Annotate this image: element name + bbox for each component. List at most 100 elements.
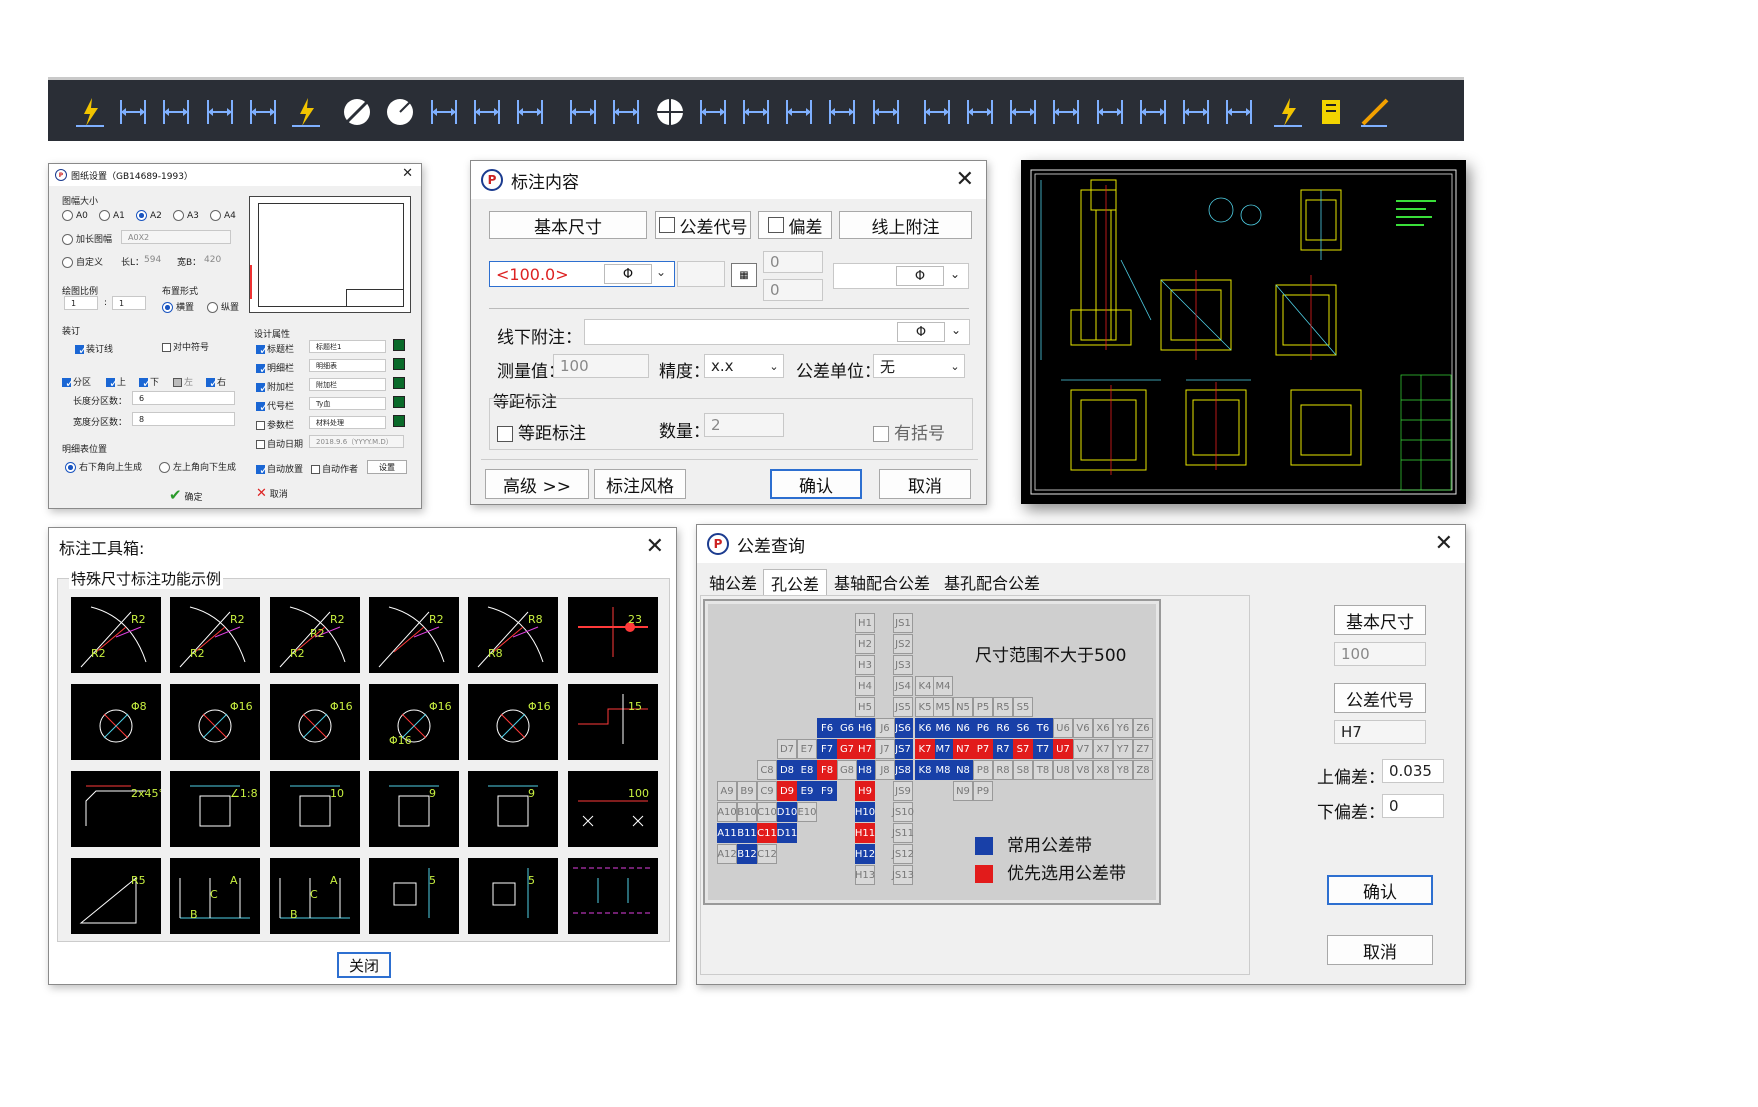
tol-cell-j6[interactable]: J6 xyxy=(875,718,895,738)
upper-dev-input[interactable]: 0 xyxy=(763,251,823,273)
tol-cell-v8[interactable]: V8 xyxy=(1073,760,1093,780)
tol-cell-a9[interactable]: A9 xyxy=(717,781,737,801)
code-input[interactable] xyxy=(677,261,725,287)
example-m5[interactable]: 9 xyxy=(468,771,558,847)
chevron-down-icon[interactable]: ⌄ xyxy=(656,265,666,279)
example-m6[interactable]: 100 xyxy=(568,771,658,847)
tol-cell-b10[interactable]: B10 xyxy=(737,802,757,822)
example-m4[interactable]: 9 xyxy=(369,771,459,847)
tol-cell-js4[interactable]: JS4 xyxy=(893,676,913,696)
tol-cell-f8[interactable]: F8 xyxy=(817,760,837,780)
tol-cell-h9[interactable]: H9 xyxy=(855,781,875,801)
tol-cell-m7[interactable]: M7 xyxy=(933,739,953,759)
tol-cell-p6[interactable]: P6 xyxy=(973,718,993,738)
tol-cell-n8[interactable]: N8 xyxy=(953,760,973,780)
phi-select-above[interactable]: Φ xyxy=(896,266,944,286)
example-c4[interactable]: Φ16 Φ16 xyxy=(369,684,459,760)
vertical-dim-icon[interactable] xyxy=(202,94,238,130)
example-n6[interactable] xyxy=(568,858,658,934)
tol-cell-t7[interactable]: T7 xyxy=(1033,739,1053,759)
custom-radio[interactable]: 自定义 xyxy=(62,255,103,268)
tab-basic-size[interactable]: 基本尺寸 xyxy=(489,211,647,239)
tol-cell-js8[interactable]: JS8 xyxy=(893,760,913,780)
zone-checkbox[interactable]: 分区 xyxy=(62,375,91,390)
tol-cell-h10[interactable]: H10 xyxy=(855,802,875,822)
close-icon[interactable]: ✕ xyxy=(956,167,974,192)
tol-cell-js5[interactable]: JS5 xyxy=(893,697,913,717)
bom-icon[interactable] xyxy=(1314,94,1350,130)
tol-cell-h5[interactable]: H5 xyxy=(855,697,875,717)
prop-checkbox-1[interactable]: 明细栏 xyxy=(256,361,294,376)
lightning-ortho-icon[interactable] xyxy=(288,94,324,130)
dim-style-button[interactable]: 标注风格 xyxy=(594,469,686,499)
tol-cell-u8[interactable]: U8 xyxy=(1053,760,1073,780)
tol-cell-js9[interactable]: JS9 xyxy=(893,781,913,801)
tol-cell-t8[interactable]: T8 xyxy=(1033,760,1053,780)
example-n5[interactable]: 5 xyxy=(468,858,558,934)
example-m1[interactable]: 2x45° xyxy=(71,771,164,847)
example-r6[interactable]: 23 xyxy=(568,597,658,673)
tol-cell-k8[interactable]: K8 xyxy=(915,760,935,780)
tol-cell-x8[interactable]: X8 xyxy=(1093,760,1113,780)
prop-select-4[interactable]: 材料处理 xyxy=(309,416,386,429)
tol-cell-g7[interactable]: G7 xyxy=(837,739,857,759)
tol-cell-k7[interactable]: K7 xyxy=(915,739,935,759)
close-icon[interactable]: ✕ xyxy=(646,534,664,559)
tol-cell-js3[interactable]: JS3 xyxy=(893,655,913,675)
tol-cell-n5[interactable]: N5 xyxy=(953,697,973,717)
cancel-button[interactable]: 取消 xyxy=(1327,935,1433,965)
auto-place-checkbox[interactable]: 自动放置 xyxy=(256,462,303,477)
curve-dim-icon[interactable] xyxy=(1178,94,1214,130)
example-m2[interactable]: ∠1:8 xyxy=(170,771,260,847)
hole-note-icon[interactable] xyxy=(738,94,774,130)
tol-cell-e7[interactable]: E7 xyxy=(797,739,817,759)
tol-code-value[interactable]: H7 xyxy=(1334,720,1426,744)
library-icon[interactable] xyxy=(393,415,405,427)
tol-cell-x7[interactable]: X7 xyxy=(1093,739,1113,759)
size-radio-a2[interactable]: A2 xyxy=(136,210,162,221)
tolerance-note-icon[interactable] xyxy=(824,94,860,130)
tab-0[interactable]: 轴公差 xyxy=(703,569,763,595)
example-c1[interactable]: Φ8 xyxy=(71,684,161,760)
tol-cell-h6[interactable]: H6 xyxy=(855,718,875,738)
tab-3[interactable]: 基孔配合公差 xyxy=(937,569,1047,595)
tol-cell-r5[interactable]: R5 xyxy=(993,697,1013,717)
tol-cell-h13[interactable]: H13 xyxy=(855,865,875,885)
len-zone-input[interactable]: 6 xyxy=(132,391,235,405)
tol-cell-g8[interactable]: G8 xyxy=(837,760,857,780)
unit-select[interactable]: 无 ⌄ xyxy=(873,354,965,378)
tol-cell-d11[interactable]: D11 xyxy=(777,823,797,843)
baseline-dim-icon[interactable] xyxy=(565,94,601,130)
library-icon[interactable]: ▦ xyxy=(731,263,757,287)
cancel-button[interactable]: 取消 xyxy=(879,469,971,499)
precision-select[interactable]: x.x ⌄ xyxy=(704,354,784,378)
tol-cell-k4[interactable]: K4 xyxy=(915,676,935,696)
tol-cell-n7[interactable]: N7 xyxy=(953,739,973,759)
tol-cell-j7[interactable]: J7 xyxy=(875,739,895,759)
tab-2[interactable]: 基轴配合公差 xyxy=(827,569,937,595)
tol-cell-r8[interactable]: R8 xyxy=(993,760,1013,780)
diameter-note-icon[interactable] xyxy=(962,94,998,130)
prop-checkbox-3[interactable]: 代号栏 xyxy=(256,399,294,414)
library-icon[interactable] xyxy=(393,396,405,408)
zone-bottom-checkbox[interactable]: 下 xyxy=(139,375,159,390)
chevron-down-icon[interactable]: ⌄ xyxy=(950,267,960,281)
example-n2[interactable]: A BC xyxy=(170,858,260,934)
tol-cell-js12[interactable]: JS12 xyxy=(892,844,914,864)
tol-cell-z8[interactable]: Z8 xyxy=(1133,760,1153,780)
tol-cell-z7[interactable]: Z7 xyxy=(1133,739,1153,759)
tol-cell-p8[interactable]: P8 xyxy=(973,760,993,780)
tol-cell-k5[interactable]: K5 xyxy=(915,697,935,717)
tol-cell-b12[interactable]: B12 xyxy=(737,844,757,864)
tol-cell-k6[interactable]: K6 xyxy=(915,718,935,738)
stack-dim-icon[interactable] xyxy=(919,94,955,130)
prop-select-0[interactable]: 标题栏1 xyxy=(309,340,386,353)
list-pos-b-radio[interactable]: 左上角向下生成 xyxy=(159,460,236,473)
binding-line-checkbox[interactable]: 装订线 xyxy=(75,342,113,357)
tol-cell-c11[interactable]: C11 xyxy=(757,823,777,843)
angle-dim-icon[interactable] xyxy=(695,94,731,130)
tol-cell-x6[interactable]: X6 xyxy=(1093,718,1113,738)
tol-cell-c10[interactable]: C10 xyxy=(757,802,777,822)
center-mark-checkbox[interactable]: 对中符号 xyxy=(162,340,209,353)
scale-a-select[interactable]: 1 xyxy=(64,296,98,310)
